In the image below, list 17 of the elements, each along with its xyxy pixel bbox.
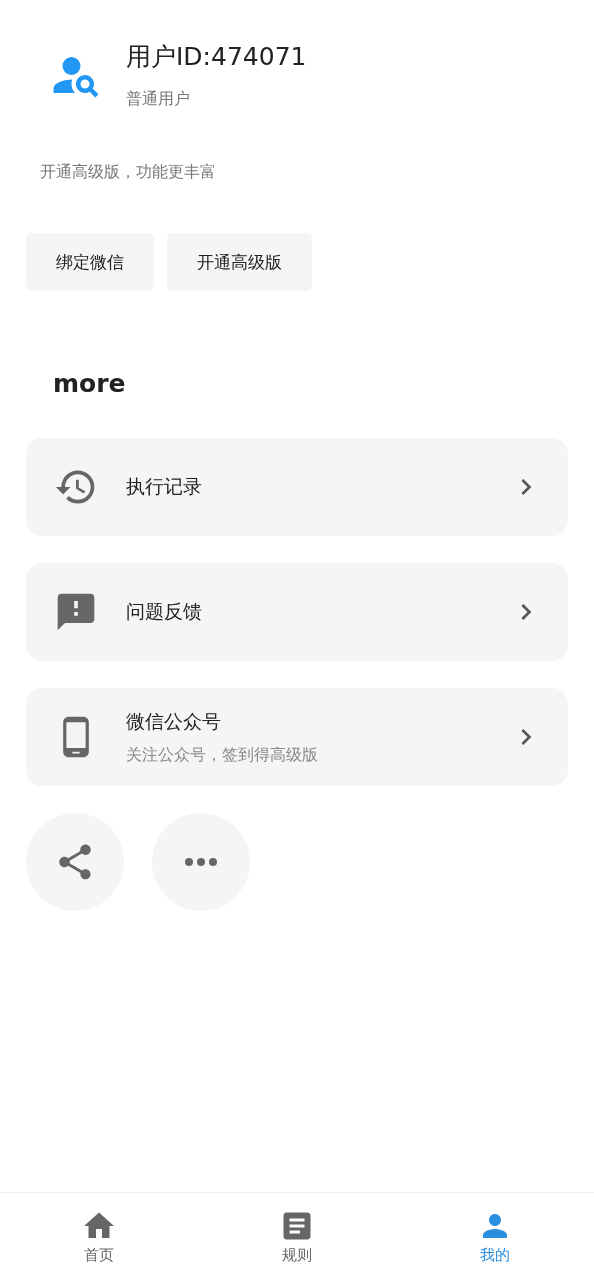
menu-title: 问题反馈 [126,599,203,624]
promo-text: 开通高级版，功能更丰富 [40,162,217,183]
menu-card[interactable]: 执行记录 [26,438,568,536]
nav-label: 首页 [84,1246,114,1265]
menu-card[interactable]: 问题反馈 [26,563,568,661]
menu-card[interactable]: 微信公众号 关注公众号，签到得高级版 [26,688,568,786]
action-button[interactable]: 开通高级版 [167,233,312,291]
more-icon [185,858,217,866]
user-type-label: 普通用户 [126,89,191,110]
menu-title: 执行记录 [126,474,203,499]
menu-subtitle: 关注公众号，签到得高级版 [126,744,319,766]
nav-label: 我的 [480,1246,510,1265]
menu-title: 微信公众号 [126,708,222,734]
user-id-title: 用户ID:474071 [126,41,307,73]
section-title: more [53,369,127,398]
action-button[interactable]: 绑定微信 [26,233,154,291]
nav-label: 规则 [282,1246,312,1265]
